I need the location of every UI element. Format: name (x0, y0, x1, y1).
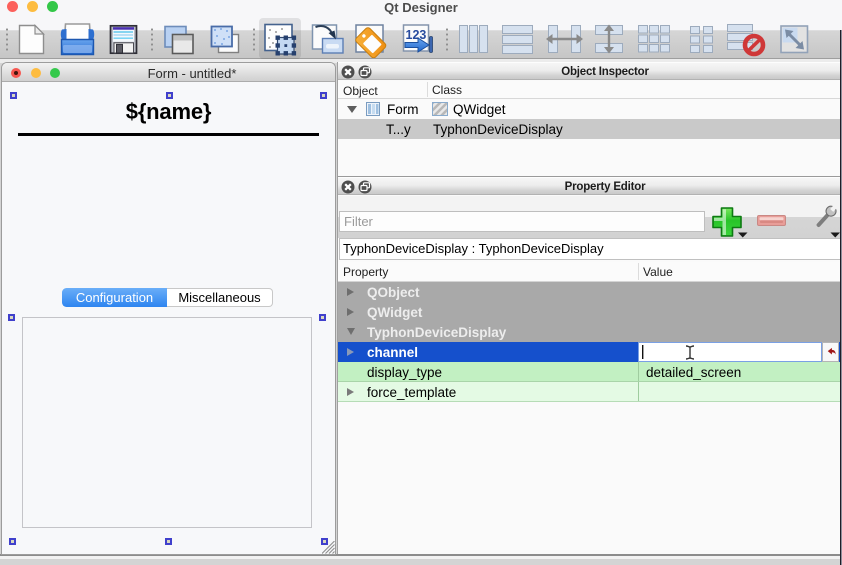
svg-text:123: 123 (406, 28, 427, 42)
